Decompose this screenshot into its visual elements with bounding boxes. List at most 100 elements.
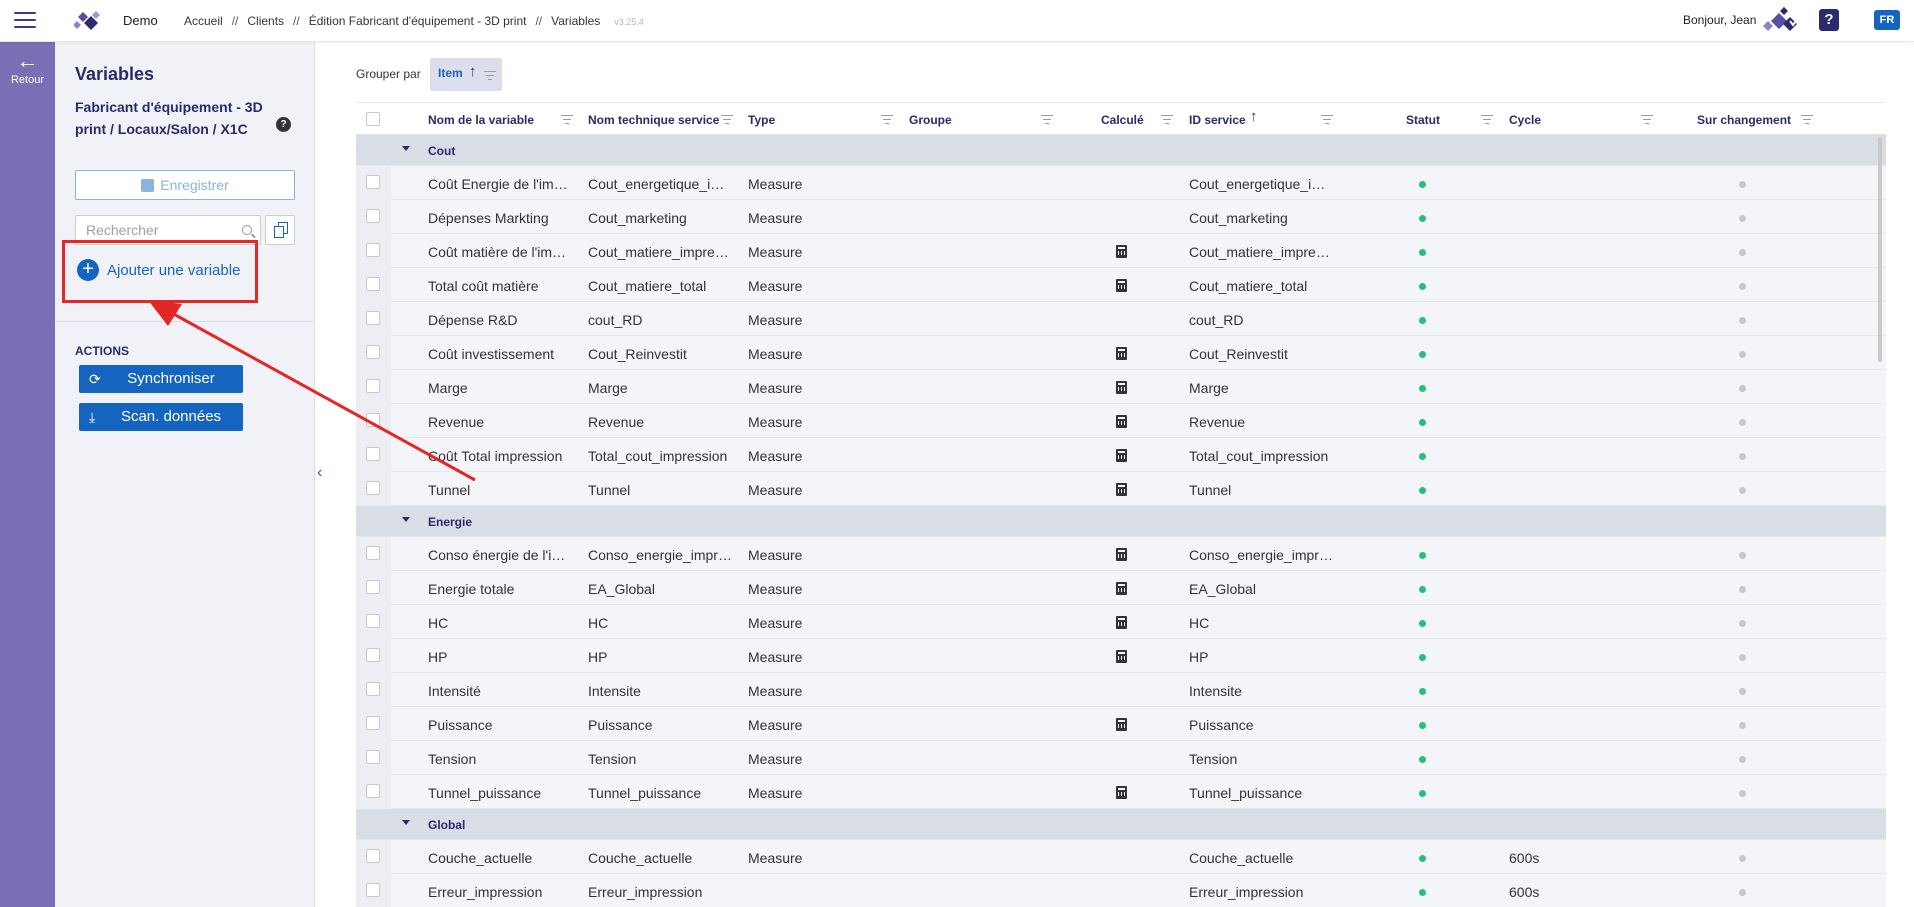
on-change-dot bbox=[1739, 487, 1746, 494]
col-header-service-id[interactable]: ID service bbox=[1189, 113, 1246, 127]
col-header-name[interactable]: Nom de la variable bbox=[428, 113, 534, 127]
table-row[interactable]: Dépense R&D cout_RD Measure cout_RD bbox=[356, 302, 1886, 336]
breadcrumb-home[interactable]: Accueil bbox=[184, 14, 223, 28]
filter-icon[interactable] bbox=[721, 115, 733, 124]
col-header-cycle[interactable]: Cycle bbox=[1509, 113, 1541, 127]
row-checkbox[interactable] bbox=[366, 209, 380, 223]
table-scrollbar[interactable] bbox=[1878, 137, 1882, 362]
filter-icon[interactable] bbox=[1161, 115, 1173, 124]
table-row[interactable]: Couche_actuelle Couche_actuelle Measure Cou… bbox=[356, 840, 1886, 874]
row-checkbox[interactable] bbox=[366, 784, 380, 798]
table-row[interactable]: Dépenses Markting Cout_marketing Measure Co… bbox=[356, 200, 1886, 234]
table-row[interactable]: Tension Tension Measure Tension bbox=[356, 741, 1886, 775]
cell-tech-name: Tunnel bbox=[588, 482, 631, 498]
row-checkbox[interactable] bbox=[366, 716, 380, 730]
row-checkbox[interactable] bbox=[366, 277, 380, 291]
cell-type: Measure bbox=[748, 414, 803, 430]
row-checkbox[interactable] bbox=[366, 682, 380, 696]
menu-icon[interactable] bbox=[14, 12, 36, 29]
groupby-chip-item[interactable]: Item ↑ bbox=[430, 58, 502, 91]
table-row[interactable]: Tunnel_puissance Tunnel_puissance Measure T… bbox=[356, 775, 1886, 809]
save-label: Enregistrer bbox=[160, 177, 229, 193]
row-checkbox[interactable] bbox=[366, 175, 380, 189]
filter-icon[interactable] bbox=[1641, 115, 1653, 124]
row-checkbox[interactable] bbox=[366, 883, 380, 897]
row-checkbox[interactable] bbox=[366, 447, 380, 461]
row-checkbox[interactable] bbox=[366, 849, 380, 863]
row-checkbox[interactable] bbox=[366, 614, 380, 628]
help-circle-icon[interactable]: ? bbox=[276, 117, 291, 132]
col-header-on-change[interactable]: Sur changement bbox=[1697, 113, 1791, 127]
collapse-panel-icon[interactable]: ‹ bbox=[317, 464, 322, 482]
plus-circle-icon: + bbox=[77, 259, 99, 281]
filter-icon[interactable] bbox=[1801, 115, 1813, 124]
breadcrumb-clients[interactable]: Clients bbox=[247, 14, 284, 28]
row-checkbox[interactable] bbox=[366, 648, 380, 662]
table-row[interactable]: HC HC Measure HC bbox=[356, 605, 1886, 639]
filter-icon[interactable] bbox=[1321, 115, 1333, 124]
filter-icon[interactable] bbox=[484, 71, 496, 80]
scan-data-button[interactable]: ⤓ Scan. données bbox=[79, 403, 243, 431]
cell-tech-name: Cout_Reinvestit bbox=[588, 346, 687, 362]
variables-table: Nom de la variable Nom technique service… bbox=[356, 102, 1886, 907]
filter-icon[interactable] bbox=[1041, 115, 1053, 124]
sort-ascending-icon[interactable]: ↑ bbox=[1250, 108, 1258, 125]
sort-ascending-icon[interactable]: ↑ bbox=[469, 63, 477, 80]
table-row[interactable]: Tunnel Tunnel Measure Tunnel bbox=[356, 472, 1886, 506]
table-row[interactable]: Puissance Puissance Measure Puissance bbox=[356, 707, 1886, 741]
save-button[interactable]: Enregistrer bbox=[75, 170, 295, 200]
help-button[interactable]: ? bbox=[1819, 9, 1839, 31]
col-header-status[interactable]: Statut bbox=[1406, 113, 1440, 127]
table-row[interactable]: Coût Total impression Total_cout_impressi… bbox=[356, 438, 1886, 472]
table-row[interactable]: Energie totale EA_Global Measure EA_Global bbox=[356, 571, 1886, 605]
on-change-dot bbox=[1739, 419, 1746, 426]
row-checkbox[interactable] bbox=[366, 481, 380, 495]
table-row[interactable]: Coût matière de l'im… Cout_matiere_impre…… bbox=[356, 234, 1886, 268]
breadcrumb-variables[interactable]: Variables bbox=[551, 14, 600, 28]
caret-down-icon[interactable] bbox=[402, 517, 410, 522]
status-dot bbox=[1419, 487, 1426, 494]
table-row[interactable]: Conso énergie de l'i… Conso_energie_impr…… bbox=[356, 537, 1886, 571]
row-checkbox[interactable] bbox=[366, 546, 380, 560]
table-row[interactable]: Intensité Intensite Measure Intensite bbox=[356, 673, 1886, 707]
caret-down-icon[interactable] bbox=[402, 820, 410, 825]
col-header-calculated[interactable]: Calculé bbox=[1101, 113, 1144, 127]
synchronize-button[interactable]: ⟳ Synchroniser bbox=[79, 365, 243, 393]
row-checkbox[interactable] bbox=[366, 345, 380, 359]
cell-tech-name: HP bbox=[588, 649, 608, 665]
row-checkbox[interactable] bbox=[366, 379, 380, 393]
select-all-checkbox[interactable] bbox=[366, 112, 380, 126]
language-button[interactable]: FR bbox=[1874, 10, 1900, 30]
copy-button[interactable] bbox=[265, 215, 295, 245]
cell-name: Energie totale bbox=[428, 581, 515, 597]
table-row[interactable]: Coût investissement Cout_Reinvestit Measur… bbox=[356, 336, 1886, 370]
table-body: Cout Coût Energie de l'im… Cout_energetiqu… bbox=[356, 135, 1886, 907]
row-checkbox[interactable] bbox=[366, 311, 380, 325]
table-row[interactable]: Erreur_impression Erreur_impression Erreur… bbox=[356, 874, 1886, 907]
filter-icon[interactable] bbox=[1481, 115, 1493, 124]
table-row[interactable]: HP HP Measure HP bbox=[356, 639, 1886, 673]
col-header-tech-name[interactable]: Nom technique service bbox=[588, 113, 719, 127]
user-avatar-icon[interactable] bbox=[1760, 5, 1802, 37]
left-rail: ← Retour bbox=[0, 42, 55, 907]
row-checkbox[interactable] bbox=[366, 750, 380, 764]
col-header-group[interactable]: Groupe bbox=[909, 113, 952, 127]
filter-icon[interactable] bbox=[881, 115, 893, 124]
table-row[interactable]: Coût Energie de l'im… Cout_energetique_i…… bbox=[356, 166, 1886, 200]
table-row[interactable]: Total coût matière Cout_matiere_total Meas… bbox=[356, 268, 1886, 302]
add-variable-button[interactable]: + Ajouter une variable bbox=[77, 259, 240, 285]
row-checkbox[interactable] bbox=[366, 413, 380, 427]
table-row[interactable]: Revenue Revenue Measure Revenue bbox=[356, 404, 1886, 438]
row-checkbox[interactable] bbox=[366, 243, 380, 257]
caret-down-icon[interactable] bbox=[402, 146, 410, 151]
status-dot bbox=[1419, 654, 1426, 661]
row-checkbox[interactable] bbox=[366, 580, 380, 594]
col-header-type[interactable]: Type bbox=[748, 113, 775, 127]
breadcrumb-edit-client[interactable]: Édition Fabricant d'équipement - 3D prin… bbox=[309, 14, 527, 28]
table-row[interactable]: Marge Marge Measure Marge bbox=[356, 370, 1886, 404]
app-name[interactable]: Demo bbox=[123, 13, 158, 28]
logo-icon bbox=[74, 11, 100, 30]
back-button[interactable]: ← Retour bbox=[0, 50, 55, 94]
cell-type: Measure bbox=[748, 547, 803, 563]
filter-icon[interactable] bbox=[561, 115, 573, 124]
